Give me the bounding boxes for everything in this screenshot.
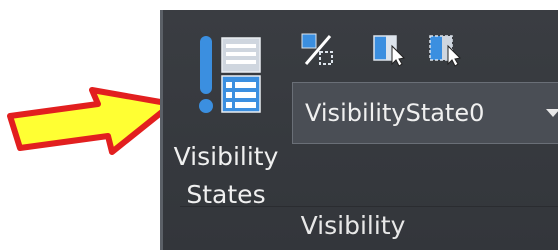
chevron-down-icon[interactable] bbox=[546, 109, 558, 117]
make-invisible-icon bbox=[429, 35, 462, 67]
visibility-mode-button[interactable] bbox=[300, 32, 336, 68]
ribbon-panel: Visibility States VisibilityState0 Visib… bbox=[160, 10, 558, 250]
group-label: Visibility bbox=[160, 208, 558, 244]
make-visible-button[interactable] bbox=[372, 32, 408, 68]
make-invisible-button[interactable] bbox=[428, 32, 464, 68]
make-visible-icon bbox=[373, 35, 406, 67]
visibility-states-label: Visibility States bbox=[173, 142, 279, 209]
visibility-states-button[interactable]: Visibility States bbox=[170, 28, 282, 209]
visibility-mode-icon bbox=[301, 33, 333, 65]
ribbon-edge bbox=[160, 10, 163, 250]
visibility-states-icon bbox=[199, 36, 261, 113]
annotation-arrow-icon bbox=[7, 87, 175, 155]
visibility-state-value: VisibilityState0 bbox=[305, 99, 485, 127]
visibility-group-title: Visibility bbox=[300, 211, 406, 240]
group-divider bbox=[180, 206, 558, 207]
visibility-state-dropdown[interactable]: VisibilityState0 bbox=[292, 82, 558, 144]
